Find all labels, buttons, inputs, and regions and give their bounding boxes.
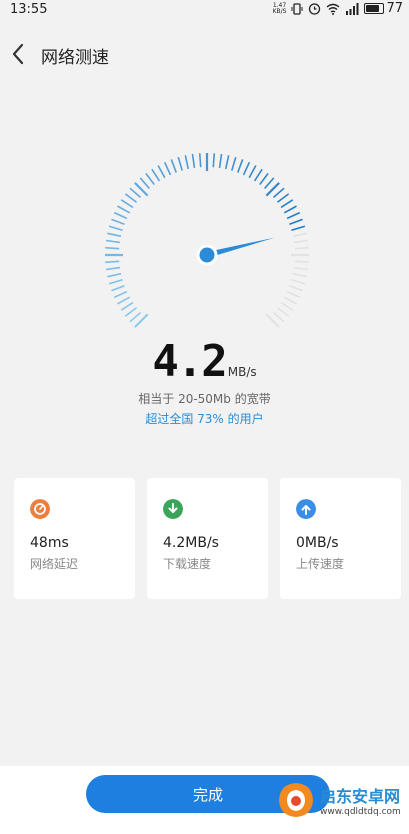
gauge-tick	[151, 168, 161, 182]
metrics-cards: 48ms 网络延迟 4.2MB/s 下载速度 0MB/s 上传速度	[14, 478, 402, 599]
network-speed-indicator: 1.47 KB/S	[272, 2, 287, 15]
bandwidth-equivalent: 相当于 20-50Mb 的宽带	[138, 392, 271, 406]
gauge-tick	[248, 165, 257, 179]
gauge-tick	[264, 177, 275, 190]
latency-value: 48ms	[30, 535, 69, 551]
speed-value: 4.2	[152, 336, 227, 387]
gauge-tick	[108, 279, 123, 285]
gauge-tick	[291, 279, 306, 285]
user-rank: 超过全国 73% 的用户	[145, 412, 264, 426]
status-bar: 13:55 1.47 KB/S 77	[0, 0, 409, 20]
latency-icon	[30, 499, 50, 519]
upload-card: 0MB/s 上传速度	[280, 478, 401, 599]
gauge-tick	[105, 246, 120, 250]
watermark: 启东安卓网 www.qdldtdq.com	[276, 772, 404, 828]
gauge-tick	[177, 156, 183, 171]
wifi-icon	[327, 3, 340, 15]
gauge-tick	[289, 218, 303, 225]
gauge-tick	[294, 246, 309, 250]
gauge-tick	[105, 260, 120, 264]
net-speed-unit: KB/S	[272, 7, 287, 15]
download-icon	[163, 499, 183, 519]
gauge-hub	[196, 244, 218, 266]
gauge-tick	[286, 211, 301, 220]
gauge-tick	[108, 225, 123, 231]
gauge-tick	[259, 172, 269, 186]
gauge-tick	[117, 296, 131, 305]
gauge-tick	[120, 199, 134, 209]
gauge-tick	[272, 312, 285, 323]
gauge-tick	[120, 301, 134, 311]
gauge-tick	[105, 239, 121, 244]
speed-unit: MB/s	[227, 365, 257, 379]
gauge-tick	[253, 168, 263, 182]
upload-icon	[296, 499, 316, 519]
gauge-tick	[129, 187, 142, 198]
gauge-tick	[218, 153, 223, 169]
gauge-tick	[272, 187, 285, 198]
gauge-tick	[291, 225, 306, 231]
gauge-tick	[283, 296, 297, 305]
gauge-tick	[293, 239, 309, 244]
chevron-left-icon	[12, 43, 24, 65]
gauge-tick	[276, 307, 290, 317]
gauge-tick	[289, 285, 303, 292]
back-button[interactable]	[6, 39, 32, 69]
gauge-tick	[276, 193, 290, 203]
download-card: 4.2MB/s 下载速度	[147, 478, 268, 599]
gauge-tick	[145, 172, 155, 186]
gauge-tick	[191, 153, 196, 169]
gauge-tick	[280, 301, 294, 311]
gauge-tick	[198, 153, 202, 168]
gauge-tick	[107, 232, 122, 238]
latency-card: 48ms 网络延迟	[14, 478, 135, 599]
gauge-tick	[294, 260, 309, 264]
gauge-tick	[124, 193, 138, 203]
gauge-tick	[292, 272, 307, 278]
signal-icon	[346, 2, 359, 15]
gauge-tick	[184, 155, 190, 170]
gauge-tick	[124, 307, 138, 317]
gauge-tick	[237, 159, 244, 173]
watermark-logo	[279, 783, 313, 817]
gauge-tick	[280, 199, 294, 209]
download-label: 下载速度	[163, 557, 212, 571]
gauge-tick	[293, 266, 309, 271]
gauge-tick	[129, 312, 142, 323]
gauge-tick	[163, 161, 172, 176]
status-time: 13:55	[10, 2, 48, 17]
watermark-url: www.qdldtdq.com	[320, 807, 401, 817]
gauge-tick	[113, 211, 128, 220]
gauge-tick	[157, 165, 166, 179]
latency-label: 网络延迟	[30, 557, 79, 571]
battery-icon: 77	[364, 1, 403, 16]
gauge-tick	[212, 153, 216, 168]
gauge-tick	[111, 218, 125, 225]
page-title: 网络测速	[41, 48, 109, 68]
gauge-tick	[231, 156, 237, 171]
status-icons: 1.47 KB/S 77	[273, 1, 403, 16]
gauge-tick	[283, 205, 297, 214]
gauge-tick	[242, 161, 251, 176]
gauge-tick	[107, 272, 122, 278]
battery-level: 77	[386, 1, 403, 16]
speed-gauge	[105, 153, 309, 328]
gauge-tick	[113, 290, 128, 299]
gauge-tick	[139, 177, 150, 190]
gauge-tick	[105, 266, 121, 271]
upload-value: 0MB/s	[296, 535, 339, 551]
speed-readout: 4.2 MB/s	[0, 336, 409, 387]
watermark-name: 启东安卓网	[320, 787, 401, 806]
gauge-tick	[117, 205, 131, 214]
gauge-tick	[286, 290, 301, 299]
alarm-icon	[309, 3, 321, 15]
header: 网络测速	[0, 30, 409, 78]
gauge-tick	[170, 159, 177, 173]
download-value: 4.2MB/s	[163, 535, 219, 551]
gauge-tick	[224, 155, 230, 170]
vibrate-icon	[291, 2, 303, 15]
gauge-tick	[111, 285, 125, 292]
gauge-tick	[292, 232, 307, 238]
upload-label: 上传速度	[296, 557, 345, 571]
